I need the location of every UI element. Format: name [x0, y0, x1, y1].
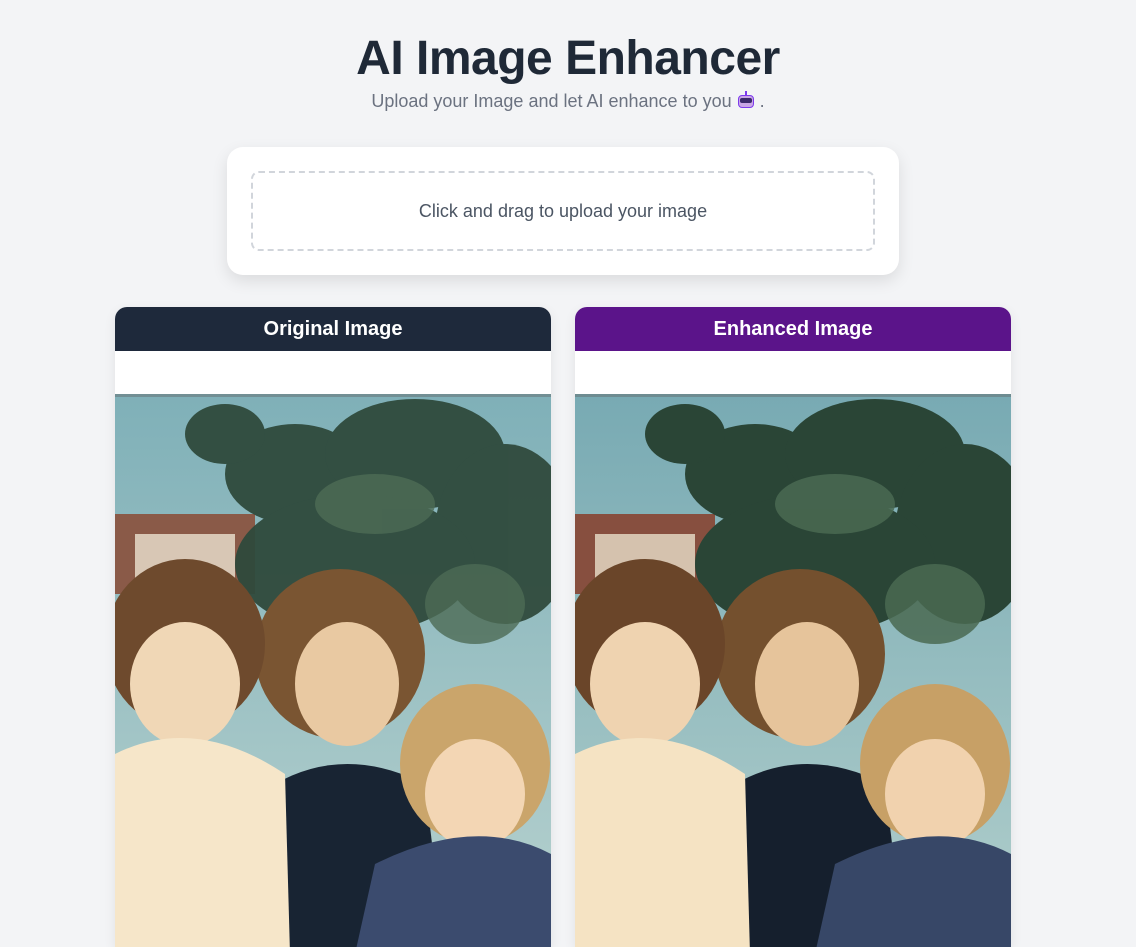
page-header: AI Image Enhancer Upload your Image and …: [0, 0, 1136, 112]
enhanced-image-panel: Enhanced Image: [575, 307, 1011, 947]
enhanced-image-title: Enhanced Image: [713, 317, 873, 340]
subtitle-text: Upload your Image and let AI enhance to …: [371, 91, 732, 111]
enhanced-image-header: Enhanced Image: [575, 307, 1011, 351]
page-subtitle: Upload your Image and let AI enhance to …: [371, 90, 765, 112]
original-photo: [115, 394, 551, 947]
robot-icon: [736, 91, 756, 111]
subtitle-suffix: .: [759, 91, 765, 111]
original-image-title: Original Image: [263, 317, 403, 340]
original-image-header: Original Image: [115, 307, 551, 351]
enhanced-photo: [575, 394, 1011, 947]
original-image-panel: Original Image: [115, 307, 551, 947]
page-title: AI Image Enhancer: [356, 32, 780, 85]
upload-label: Click and drag to upload your image: [418, 200, 708, 221]
upload-card: Click and drag to upload your image: [227, 147, 899, 275]
upload-dropzone[interactable]: Click and drag to upload your image: [251, 171, 875, 251]
